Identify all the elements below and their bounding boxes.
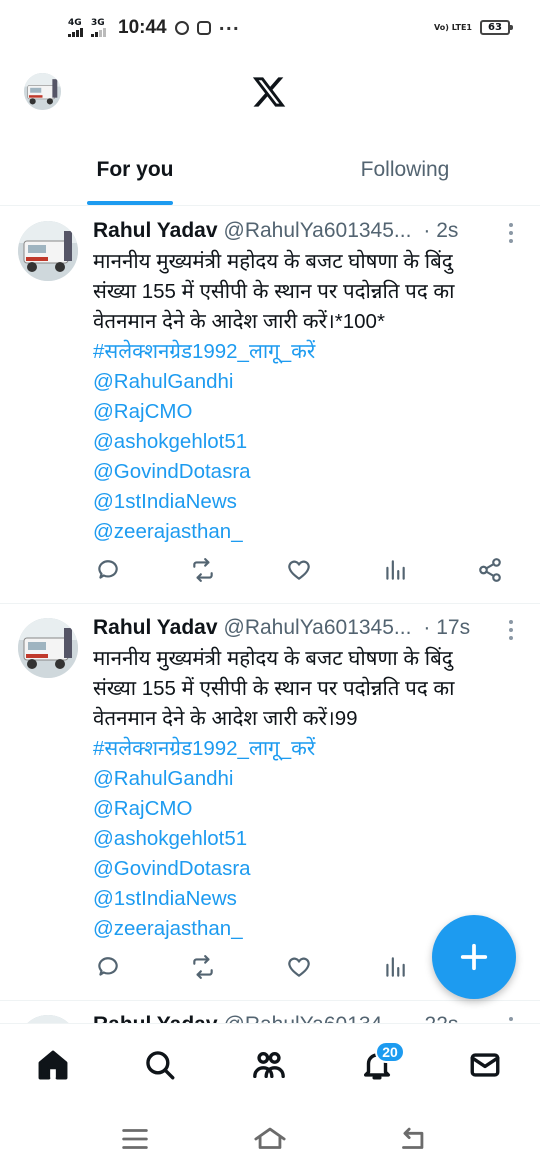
clock: 10:44 [118, 17, 167, 38]
compose-post-button[interactable] [432, 915, 516, 999]
tweet-feed[interactable]: Rahul Yadav @RahulYa601345... · 2s माननी… [0, 207, 540, 1023]
timeline-tabs: For you Following [0, 138, 540, 206]
tweet-body: Rahul Yadav @RahulYa60134... · 22s [93, 1001, 540, 1023]
mention-link[interactable]: @1stIndiaNews [93, 487, 524, 517]
signal-4g-icon: 4G [68, 19, 83, 37]
volte-icon: Vo) LTE1 [434, 22, 472, 32]
status-bar: 4G 3G 10:44 ··· Vo) LTE1 63 [0, 0, 540, 58]
notifications-badge: 20 [375, 1041, 405, 1063]
author-name[interactable]: Rahul Yadav [93, 219, 218, 243]
tweet-body: Rahul Yadav @RahulYa601345... · 17s मानन… [93, 604, 540, 944]
more-notifications-icon: ··· [218, 18, 240, 38]
mention-link[interactable]: @GovindDotasra [93, 854, 524, 884]
views-icon[interactable] [382, 557, 410, 585]
like-icon[interactable] [286, 954, 314, 982]
tweet-body: Rahul Yadav @RahulYa601345... · 2s माननी… [93, 207, 540, 547]
messages-icon[interactable] [468, 1048, 504, 1084]
tweet-header: Rahul Yadav @RahulYa60134... · 22s [93, 1013, 524, 1023]
tweet-text-line: माननीय मुख्यमंत्री महोदय के बजट घोषणा के… [93, 250, 453, 273]
tweet-text-line: संख्या 155 में एसीपी के स्थान पर पदोन्नत… [93, 677, 455, 700]
tweet-author-avatar[interactable] [18, 221, 78, 281]
author-handle[interactable]: @RahulYa60134... [224, 1013, 400, 1023]
tweet-more-options-icon[interactable] [509, 223, 513, 243]
active-tab-indicator [87, 201, 173, 205]
tweet-text-line: वेतनमान देने के आदेश जारी करें।99 [93, 707, 358, 730]
mention-link[interactable]: @RajCMO [93, 397, 524, 427]
top-header [0, 58, 540, 128]
mention-link[interactable]: @RahulGandhi [93, 367, 524, 397]
recent-apps-icon[interactable] [118, 1122, 152, 1156]
tweet-text: माननीय मुख्यमंत्री महोदय के बजट घोषणा के… [93, 644, 524, 944]
mention-link[interactable]: @zeerajasthan_ [93, 517, 524, 547]
tab-following[interactable]: Following [270, 138, 540, 205]
repost-icon[interactable] [190, 954, 218, 982]
communities-icon[interactable] [252, 1048, 288, 1084]
tweet-author-avatar[interactable] [18, 1015, 78, 1023]
reply-icon[interactable] [95, 954, 123, 982]
mention-link[interactable]: @GovindDotasra [93, 457, 524, 487]
author-handle[interactable]: @RahulYa601345... [224, 616, 412, 640]
x-logo-icon[interactable] [251, 74, 287, 110]
back-icon[interactable] [395, 1122, 429, 1156]
reply-icon[interactable] [95, 557, 123, 585]
network-type-2: 3G [91, 18, 105, 28]
share-icon[interactable] [477, 557, 505, 585]
status-right: Vo) LTE1 63 [434, 20, 513, 35]
system-navigation-bar [0, 1107, 540, 1170]
hashtag-link[interactable]: #सलेक्शनग्रेड1992_लागू_करें [93, 734, 524, 764]
tweet-text-line: संख्या 155 में एसीपी के स्थान पर पदोन्नत… [93, 280, 455, 303]
search-icon[interactable] [143, 1048, 179, 1084]
tweet-header: Rahul Yadav @RahulYa601345... · 17s [93, 616, 524, 642]
plus-icon [460, 943, 488, 971]
instagram-icon [196, 21, 211, 35]
mention-link[interactable]: @ashokgehlot51 [93, 824, 524, 854]
status-left: 4G 3G 10:44 ··· [68, 17, 240, 39]
home-icon[interactable] [36, 1048, 72, 1084]
tweet-time: · 17s [423, 616, 471, 639]
tweet-actions [93, 547, 540, 603]
tweet-author-avatar[interactable] [18, 618, 78, 678]
tweet-time: · 2s [423, 219, 459, 242]
home-button-icon[interactable] [253, 1122, 287, 1156]
tab-for-you-label: For you [96, 158, 174, 181]
tweet[interactable]: Rahul Yadav @RahulYa601345... · 2s माननी… [0, 207, 540, 604]
author-handle[interactable]: @RahulYa601345... [224, 219, 412, 243]
tweet-more-options-icon[interactable] [509, 620, 513, 640]
like-icon[interactable] [286, 557, 314, 585]
tweet-header: Rahul Yadav @RahulYa601345... · 2s [93, 219, 524, 245]
network-type-1: 4G [68, 18, 82, 28]
mention-link[interactable]: @ashokgehlot51 [93, 427, 524, 457]
mention-link[interactable]: @1stIndiaNews [93, 884, 524, 914]
battery-icon: 63 [480, 20, 513, 35]
mention-link[interactable]: @RahulGandhi [93, 764, 524, 794]
signal-3g-icon: 3G [91, 19, 106, 37]
tweet-text: माननीय मुख्यमंत्री महोदय के बजट घोषणा के… [93, 247, 524, 547]
hashtag-link[interactable]: #सलेक्शनग्रेड1992_लागू_करें [93, 337, 524, 367]
tweet-text-line: वेतनमान देने के आदेश जारी करें।*100* [93, 310, 385, 333]
views-icon[interactable] [382, 954, 410, 982]
tweet[interactable]: Rahul Yadav @RahulYa60134... · 22s [0, 1001, 540, 1023]
tweet-time: · 22s [412, 1013, 459, 1023]
author-name[interactable]: Rahul Yadav [93, 616, 218, 640]
tab-following-label: Following [360, 158, 450, 181]
profile-avatar[interactable] [24, 73, 61, 110]
bottom-navigation: 20 [0, 1023, 540, 1107]
whatsapp-icon [174, 21, 189, 35]
tab-for-you[interactable]: For you [0, 138, 270, 205]
repost-icon[interactable] [190, 557, 218, 585]
tweet-text-line: माननीय मुख्यमंत्री महोदय के बजट घोषणा के… [93, 647, 453, 670]
battery-level: 63 [488, 22, 502, 33]
mention-link[interactable]: @RajCMO [93, 794, 524, 824]
author-name[interactable]: Rahul Yadav [93, 1013, 218, 1023]
